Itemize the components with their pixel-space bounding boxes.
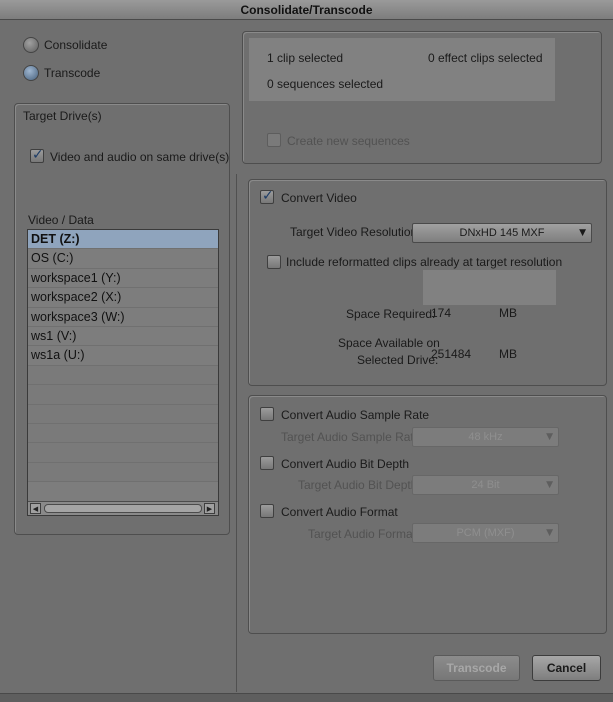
- space-available-label: Space Available on: [338, 336, 440, 350]
- resolution-dropdown[interactable]: DNxHD 145 MXF ▼: [412, 223, 592, 243]
- space-required-value: 174: [431, 306, 452, 320]
- list-item[interactable]: workspace2 (X:): [28, 288, 218, 308]
- clips-selected-text: 1 clip selected: [267, 51, 344, 65]
- sample-rate-value: 48 kHz: [468, 431, 503, 443]
- chevron-down-icon: ▼: [546, 528, 553, 538]
- horizontal-scrollbar[interactable]: ◀ ▶: [28, 501, 218, 515]
- empty-row: [28, 423, 218, 444]
- same-drive-checkbox[interactable]: [30, 147, 44, 163]
- video-data-label: Video / Data: [28, 213, 94, 227]
- chevron-down-icon: ▼: [546, 480, 553, 490]
- bit-depth-value: 24 Bit: [471, 479, 500, 491]
- list-item[interactable]: workspace3 (W:): [28, 308, 218, 327]
- space-available-unit: MB: [499, 347, 517, 361]
- include-reformatted-checkbox[interactable]: [267, 255, 281, 269]
- scroll-right-icon[interactable]: ▶: [204, 503, 215, 514]
- space-info-box: [423, 270, 556, 305]
- list-item[interactable]: ws1 (V:): [28, 327, 218, 347]
- convert-sample-rate-label[interactable]: Convert Audio Sample Rate: [281, 408, 429, 422]
- create-sequences-checkbox[interactable]: [267, 133, 281, 147]
- divider: [236, 174, 237, 692]
- empty-row: [28, 462, 218, 483]
- list-item[interactable]: workspace1 (Y:): [28, 269, 218, 289]
- convert-video-checkbox[interactable]: [260, 188, 274, 204]
- audio-format-dropdown[interactable]: PCM (MXF) ▼: [412, 523, 559, 543]
- convert-audio-format-checkbox[interactable]: [260, 504, 274, 518]
- list-item[interactable]: OS (C:): [28, 249, 218, 269]
- list-item[interactable]: DET (Z:): [28, 230, 218, 250]
- sample-rate-target-label: Target Audio Sample Rate:: [281, 430, 424, 444]
- sample-rate-dropdown[interactable]: 48 kHz ▼: [412, 427, 559, 447]
- empty-row: [28, 443, 218, 463]
- drive-list[interactable]: DET (Z:) OS (C:) workspace1 (Y:) workspa…: [27, 229, 219, 516]
- effect-clips-text: 0 effect clips selected: [428, 51, 543, 65]
- sequences-selected-text: 0 sequences selected: [267, 77, 384, 91]
- resolution-value: DNxHD 145 MXF: [459, 227, 545, 239]
- include-reformatted-label[interactable]: Include reformatted clips already at tar…: [286, 255, 562, 269]
- same-drive-label[interactable]: Video and audio on same drive(s): [50, 150, 229, 164]
- consolidate-radio[interactable]: [23, 37, 39, 53]
- convert-video-label[interactable]: Convert Video: [281, 191, 357, 205]
- bottom-edge: [0, 693, 613, 702]
- empty-row: [28, 404, 218, 424]
- convert-audio-format-label[interactable]: Convert Audio Format: [281, 505, 398, 519]
- scroll-thumb[interactable]: [44, 504, 202, 513]
- convert-bit-depth-label[interactable]: Convert Audio Bit Depth: [281, 457, 409, 471]
- transcode-label[interactable]: Transcode: [44, 66, 100, 80]
- bit-depth-target-label: Target Audio Bit Depth:: [298, 478, 421, 492]
- empty-row: [28, 385, 218, 405]
- audio-format-value: PCM (MXF): [456, 527, 515, 539]
- audio-format-target-label: Target Audio Format:: [308, 527, 420, 541]
- chevron-down-icon: ▼: [546, 432, 553, 442]
- transcode-button[interactable]: Transcode: [433, 655, 520, 681]
- chevron-down-icon: ▼: [579, 228, 586, 238]
- target-drives-title: Target Drive(s): [23, 109, 102, 123]
- scroll-left-icon[interactable]: ◀: [30, 503, 41, 514]
- selection-summary-box: [249, 38, 555, 101]
- cancel-button[interactable]: Cancel: [532, 655, 601, 681]
- space-required-unit: MB: [499, 306, 517, 320]
- convert-bit-depth-checkbox[interactable]: [260, 456, 274, 470]
- empty-row: [28, 365, 218, 386]
- create-sequences-label[interactable]: Create new sequences: [287, 134, 410, 148]
- transcode-radio[interactable]: [23, 65, 39, 81]
- consolidate-label[interactable]: Consolidate: [44, 38, 107, 52]
- space-available-value: 251484: [431, 347, 472, 361]
- window-title: Consolidate/Transcode: [0, 0, 613, 20]
- list-item[interactable]: ws1a (U:): [28, 346, 218, 366]
- space-required-label: Space Required:: [346, 307, 436, 321]
- convert-sample-rate-checkbox[interactable]: [260, 407, 274, 421]
- bit-depth-dropdown[interactable]: 24 Bit ▼: [412, 475, 559, 495]
- space-available-label-2: Selected Drive:: [357, 353, 439, 367]
- resolution-label: Target Video Resolution:: [290, 225, 421, 239]
